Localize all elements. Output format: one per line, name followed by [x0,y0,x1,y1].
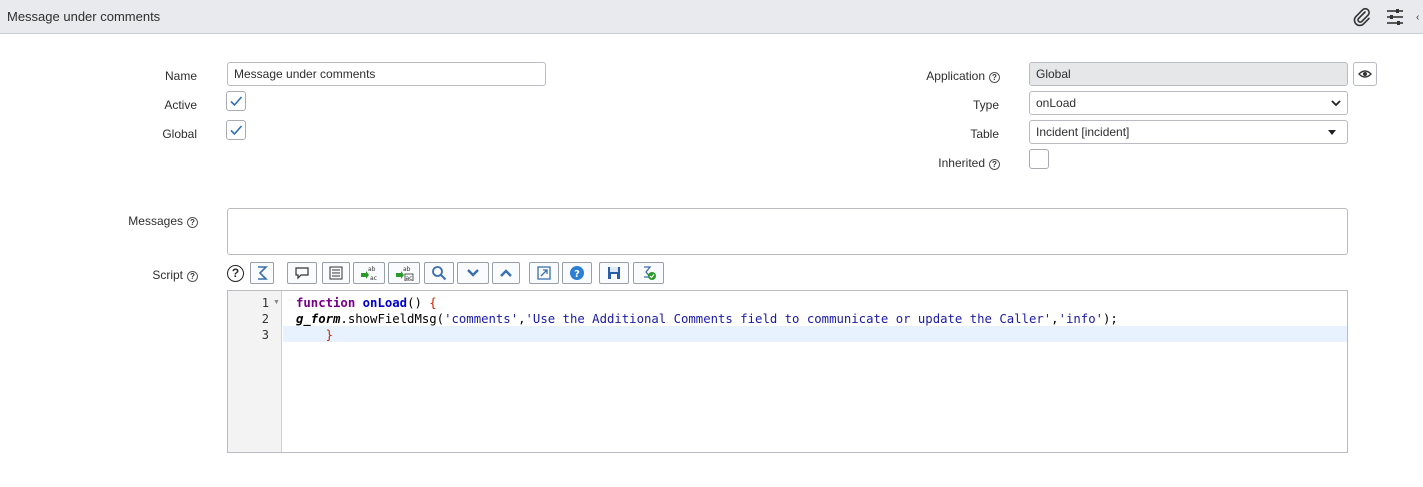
code-line[interactable]: g_form.showFieldMsg('comments','Use the … [296,312,1118,326]
line-number: 2 [261,312,269,326]
paperclip-icon[interactable] [1351,6,1373,28]
form-header: Message under comments ‹ [0,0,1423,34]
line-number: 3 [261,328,269,342]
comment-icon [295,267,309,280]
help-icon[interactable]: ? [187,217,198,228]
svg-text:ab: ab [403,266,411,273]
align-icon [329,266,343,280]
application-label: Application? [880,69,1000,83]
active-label: Active [164,98,197,112]
info-button[interactable]: ? [562,262,592,284]
inherited-label: Inherited? [880,156,1000,170]
svg-text:ab: ab [368,266,376,273]
messages-textarea[interactable] [227,208,1348,255]
script-help-icon[interactable]: ? [227,265,244,282]
check-icon [230,96,243,107]
caret-down-icon [1328,130,1336,135]
active-checkbox[interactable] [226,91,246,111]
eye-icon [1358,70,1372,78]
search-icon [432,266,447,281]
replace-icon: ab ac [361,266,377,281]
info-icon: ? [570,266,584,280]
settings-sliders-icon[interactable] [1384,6,1406,28]
format-code-button[interactable] [250,262,274,284]
help-icon[interactable]: ? [989,159,1000,170]
line-number: 1 [261,296,269,310]
line-number-gutter: 1 ▼ 2 3 [228,291,282,452]
inherited-checkbox[interactable] [1029,149,1049,169]
replace-all-icon: ab ac [396,266,414,281]
type-select-value: onLoad [1036,96,1077,110]
name-input[interactable]: Message under comments [227,62,546,86]
save-button[interactable] [599,262,629,284]
chevron-up-icon [500,269,512,277]
script-editor[interactable]: 1 ▼ 2 3 function onLoad() { g_form.showF… [227,290,1348,453]
svg-text:ac: ac [406,275,413,281]
name-label: Name [164,69,197,83]
help-icon[interactable]: ? [187,271,198,282]
check-syntax-button[interactable] [633,262,664,284]
comment-button[interactable] [287,262,317,284]
search-button[interactable] [424,262,454,284]
format-icon [258,266,268,280]
replace-all-button[interactable]: ab ac [388,262,420,284]
table-label: Table [970,127,999,141]
chevron-down-icon [467,269,479,277]
preview-button[interactable] [1353,62,1377,86]
code-line[interactable]: function onLoad() { [296,296,437,310]
svg-text:?: ? [574,269,580,280]
replace-button[interactable]: ab ac [353,262,385,284]
table-select-value: Incident [incident] [1036,125,1130,139]
form-title: Message under comments [7,9,161,24]
table-select[interactable]: Incident [incident] [1029,120,1348,144]
messages-label: Messages? [100,214,198,228]
svg-text:ac: ac [370,275,377,281]
fullscreen-icon [537,266,551,280]
active-line-highlight [283,326,1347,342]
type-select[interactable]: onLoad [1029,91,1348,115]
overflow-chevron-icon[interactable]: ‹ [1416,12,1419,23]
chevron-down-icon [1331,100,1341,107]
code-line[interactable]: } [296,328,333,342]
save-icon [608,267,620,279]
global-checkbox[interactable] [226,120,246,140]
application-field: Global [1029,62,1348,86]
fold-arrow-icon[interactable]: ▼ [273,299,280,306]
fullscreen-button[interactable] [529,262,559,284]
type-label: Type [972,98,999,112]
help-icon[interactable]: ? [989,72,1000,83]
align-button[interactable] [322,262,350,284]
check-icon [230,125,243,136]
global-label: Global [162,127,197,141]
expand-button[interactable] [492,262,520,284]
collapse-button[interactable] [457,262,489,284]
script-label: Script? [100,268,198,282]
check-syntax-icon [643,266,656,280]
